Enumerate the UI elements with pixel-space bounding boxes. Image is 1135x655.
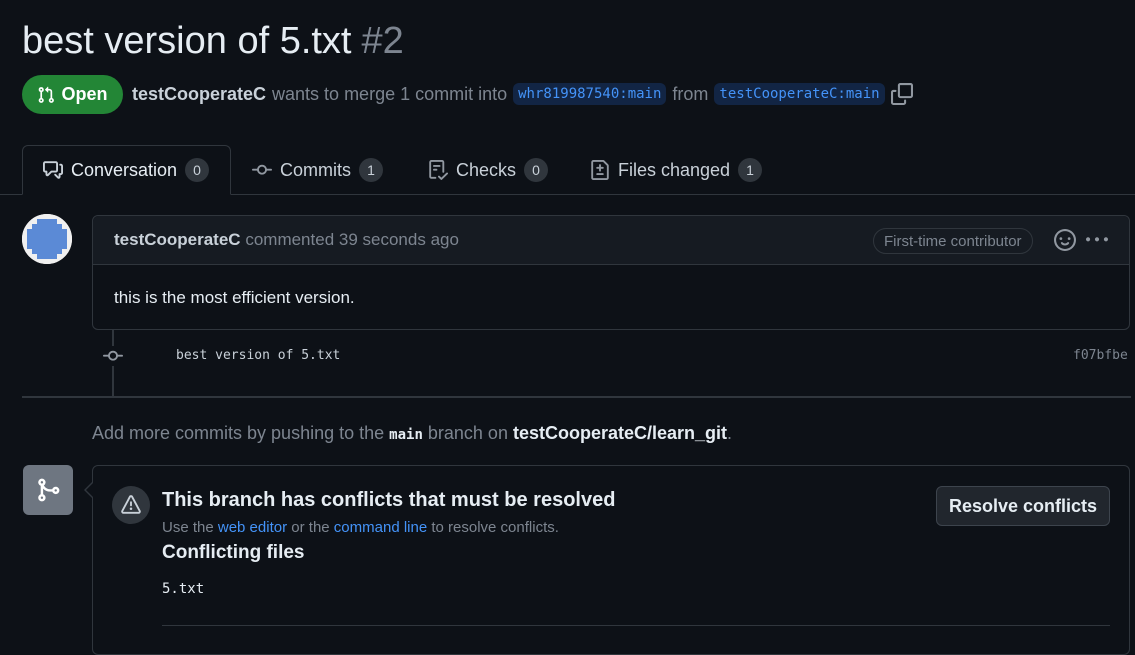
tab-files-changed[interactable]: Files changed 1 xyxy=(590,145,763,195)
tab-count: 1 xyxy=(359,158,383,182)
merge-summary: testCooperateC wants to merge 1 commit i… xyxy=(132,81,913,107)
comment-meta: testCooperateC commented 39 seconds ago xyxy=(114,230,459,250)
tab-checks[interactable]: Checks 0 xyxy=(428,145,549,195)
comment-body: this is the most efficient version. xyxy=(114,288,355,307)
conflicting-files-heading: Conflicting files xyxy=(162,542,305,563)
tab-commits[interactable]: Commits 1 xyxy=(252,145,383,195)
comment-card: testCooperateC commented 39 seconds ago … xyxy=(92,215,1130,330)
tab-label: Checks xyxy=(456,159,517,180)
resolve-conflicts-button[interactable]: Resolve conflicts xyxy=(936,486,1110,526)
tab-label: Commits xyxy=(280,159,351,180)
git-commit-icon xyxy=(252,164,272,175)
identicon xyxy=(22,214,72,264)
checklist-icon xyxy=(429,160,448,180)
timeline-divider xyxy=(22,396,1131,398)
tab-label: Files changed xyxy=(618,159,731,180)
tab-label: Conversation xyxy=(71,159,178,180)
warning-badge xyxy=(112,486,150,524)
push-hint-branch: main xyxy=(389,427,423,443)
repo-link[interactable]: testCooperateC/learn_git xyxy=(513,423,727,443)
conflict-desc-middle: or the xyxy=(291,519,330,536)
push-hint-middle: branch on xyxy=(427,423,508,443)
conflict-description: Use the web editor or the command line t… xyxy=(162,519,559,536)
base-branch[interactable]: whr819987540:main xyxy=(513,83,667,105)
file-diff-icon xyxy=(591,160,609,180)
contributor-badge: First-time contributor xyxy=(873,228,1033,254)
push-hint-suffix: . xyxy=(727,423,733,443)
merge-text: wants to merge 1 commit into xyxy=(272,83,508,104)
commit-sha-link[interactable]: f07bfbe xyxy=(1073,348,1128,363)
alert-icon xyxy=(121,495,141,514)
merge-box-pointer-fill xyxy=(86,482,94,498)
git-commit-icon xyxy=(103,346,123,366)
head-branch[interactable]: testCooperateC:main xyxy=(714,83,885,105)
conflict-heading: This branch has conflicts that must be r… xyxy=(162,489,616,511)
from-text: from xyxy=(672,83,709,104)
git-branch-icon xyxy=(38,478,60,502)
comment-action: commented xyxy=(245,230,335,249)
comment-time[interactable]: 39 seconds ago xyxy=(339,230,459,249)
merge-status-icon xyxy=(23,465,73,515)
tab-conversation[interactable]: Conversation 0 xyxy=(22,145,231,195)
pull-request-icon xyxy=(39,86,55,103)
pr-title: best version of 5.txt #2 xyxy=(22,18,404,64)
command-line-link[interactable]: command line xyxy=(334,519,427,536)
status-badge-open: Open xyxy=(22,75,123,114)
pr-author-link[interactable]: testCooperateC xyxy=(132,84,266,105)
tab-count: 0 xyxy=(524,158,549,182)
copy-icon[interactable] xyxy=(890,83,913,105)
comment-header: testCooperateC commented 39 seconds ago … xyxy=(93,216,1129,265)
kebab-horizontal-icon[interactable] xyxy=(1085,229,1109,251)
conflict-divider xyxy=(162,625,1110,626)
pr-number: #2 xyxy=(361,20,404,62)
web-editor-link[interactable]: web editor xyxy=(218,519,287,536)
pr-title-text: best version of 5.txt xyxy=(22,20,352,62)
conflict-desc-suffix: to resolve conflicts. xyxy=(431,519,559,536)
comment-discussion-icon xyxy=(43,161,63,179)
avatar[interactable] xyxy=(22,214,72,264)
push-hint: Add more commits by pushing to the main … xyxy=(92,423,732,444)
tab-count: 0 xyxy=(185,158,210,182)
status-label: Open xyxy=(61,84,108,104)
comment-author-link[interactable]: testCooperateC xyxy=(114,230,241,249)
push-hint-prefix: Add more commits by pushing to the xyxy=(92,423,385,443)
conflicting-file: 5.txt xyxy=(162,581,205,597)
conflict-desc-prefix: Use the xyxy=(162,519,214,536)
smiley-icon[interactable] xyxy=(1054,229,1076,251)
tab-count: 1 xyxy=(738,158,763,182)
commit-message-link[interactable]: best version of 5.txt xyxy=(176,348,340,363)
contributor-badge-label: First-time contributor xyxy=(884,232,1022,250)
